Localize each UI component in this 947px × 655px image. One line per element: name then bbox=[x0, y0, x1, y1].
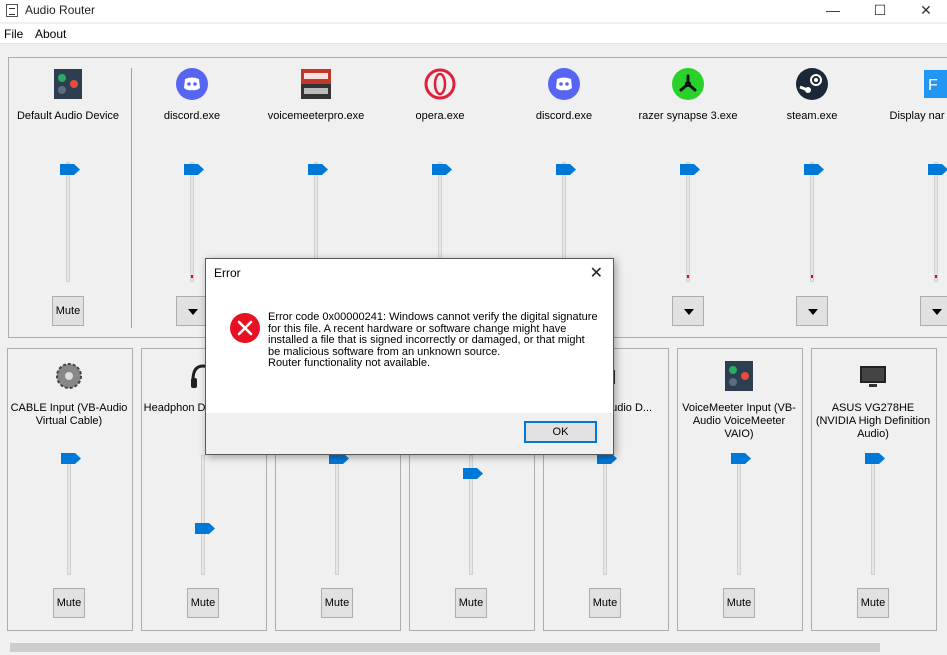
separator bbox=[131, 68, 132, 328]
maximize-button[interactable]: ☐ bbox=[857, 0, 903, 22]
app-icon: F bbox=[920, 68, 947, 100]
error-dialog: Error ✕ Error code 0x00000241: Windows c… bbox=[205, 258, 614, 455]
volume-slider-thumb[interactable] bbox=[195, 523, 215, 534]
error-icon bbox=[230, 313, 260, 343]
app-icon bbox=[6, 4, 18, 17]
volume-track[interactable] bbox=[737, 455, 741, 575]
svg-text:F: F bbox=[928, 77, 938, 94]
output-label: VoiceMeeter Input (VB-Audio VoiceMeeter … bbox=[682, 402, 796, 440]
volume-track[interactable] bbox=[934, 162, 938, 282]
dialog-title: Error bbox=[214, 266, 241, 280]
device-dropdown-button[interactable] bbox=[796, 296, 828, 326]
dialog-message: Error code 0x00000241: Windows cannot ve… bbox=[268, 311, 598, 370]
ok-button[interactable]: OK bbox=[524, 421, 597, 443]
volume-slider-thumb[interactable] bbox=[804, 164, 824, 175]
volume-slider-thumb[interactable] bbox=[463, 468, 483, 479]
output-label: ASUS VG278HE (NVIDIA High Definition Aud… bbox=[815, 402, 931, 440]
dialog-footer: OK bbox=[206, 413, 613, 454]
mute-button[interactable]: Mute bbox=[723, 588, 755, 618]
razer-icon bbox=[672, 68, 704, 100]
peak-indicator bbox=[811, 275, 813, 278]
mute-button[interactable]: Mute bbox=[53, 588, 85, 618]
volume-slider-thumb[interactable] bbox=[60, 164, 80, 175]
volume-track[interactable] bbox=[871, 455, 875, 575]
volume-track[interactable] bbox=[603, 455, 607, 575]
app-label: opera.exe bbox=[415, 110, 465, 122]
app-label: Default Audio Device bbox=[16, 110, 120, 122]
volume-slider-thumb[interactable] bbox=[308, 164, 328, 175]
app-label: razer synapse 3.exe bbox=[638, 110, 738, 122]
close-button[interactable]: ✕ bbox=[903, 0, 947, 22]
opera-icon bbox=[424, 68, 456, 100]
volume-track[interactable] bbox=[335, 455, 339, 575]
voicemeeter-icon bbox=[52, 68, 84, 100]
peak-indicator bbox=[687, 275, 689, 278]
device-dropdown-button[interactable] bbox=[672, 296, 704, 326]
monitor-icon bbox=[857, 360, 889, 392]
mute-button[interactable]: Mute bbox=[52, 296, 84, 326]
horizontal-scrollbar[interactable] bbox=[0, 640, 947, 655]
peak-indicator bbox=[191, 275, 193, 278]
app-label: Display nar availab bbox=[889, 110, 947, 122]
mute-button[interactable]: Mute bbox=[857, 588, 889, 618]
volume-slider-thumb[interactable] bbox=[680, 164, 700, 175]
menu-file[interactable]: File bbox=[4, 27, 23, 41]
output-label: CABLE Input (VB-Audio Virtual Cable) bbox=[10, 402, 128, 427]
voicemeeter-pro-icon bbox=[300, 68, 332, 100]
discord-icon bbox=[176, 68, 208, 100]
mute-button[interactable]: Mute bbox=[187, 588, 219, 618]
volume-track[interactable] bbox=[810, 162, 814, 282]
app-label: voicemeeterpro.exe bbox=[267, 110, 365, 122]
steam-icon bbox=[796, 68, 828, 100]
device-dropdown-button[interactable] bbox=[920, 296, 947, 326]
volume-track[interactable] bbox=[66, 162, 70, 282]
volume-track[interactable] bbox=[190, 162, 194, 282]
cable-icon bbox=[53, 360, 85, 392]
volume-slider-thumb[interactable] bbox=[61, 453, 81, 464]
discord-icon bbox=[548, 68, 580, 100]
volume-slider-thumb[interactable] bbox=[731, 453, 751, 464]
menu-bar: File About bbox=[0, 24, 947, 44]
volume-track[interactable] bbox=[686, 162, 690, 282]
app-label: steam.exe bbox=[786, 110, 838, 122]
volume-slider-thumb[interactable] bbox=[556, 164, 576, 175]
minimize-button[interactable]: — bbox=[810, 0, 856, 22]
device-dropdown-button[interactable] bbox=[176, 296, 208, 326]
title-bar: Audio Router — ☐ ✕ bbox=[0, 0, 947, 22]
volume-track[interactable] bbox=[67, 455, 71, 575]
volume-track[interactable] bbox=[201, 455, 205, 575]
dialog-message-text: Error code 0x00000241: Windows cannot ve… bbox=[268, 311, 598, 358]
volume-slider-thumb[interactable] bbox=[865, 453, 885, 464]
mute-button[interactable]: Mute bbox=[589, 588, 621, 618]
window-title: Audio Router bbox=[25, 3, 96, 17]
voicemeeter-icon bbox=[723, 360, 755, 392]
dialog-message-secondary: Router functionality not available. bbox=[268, 357, 431, 369]
scrollbar-thumb[interactable] bbox=[10, 643, 880, 652]
volume-slider-thumb[interactable] bbox=[184, 164, 204, 175]
app-label: discord.exe bbox=[535, 110, 593, 122]
menu-about[interactable]: About bbox=[35, 27, 66, 41]
volume-slider-thumb[interactable] bbox=[928, 164, 947, 175]
volume-slider-thumb[interactable] bbox=[432, 164, 452, 175]
mute-button[interactable]: Mute bbox=[321, 588, 353, 618]
peak-indicator bbox=[935, 275, 937, 278]
app-label: discord.exe bbox=[163, 110, 221, 122]
dialog-close-button[interactable]: ✕ bbox=[590, 263, 603, 283]
mute-button[interactable]: Mute bbox=[455, 588, 487, 618]
